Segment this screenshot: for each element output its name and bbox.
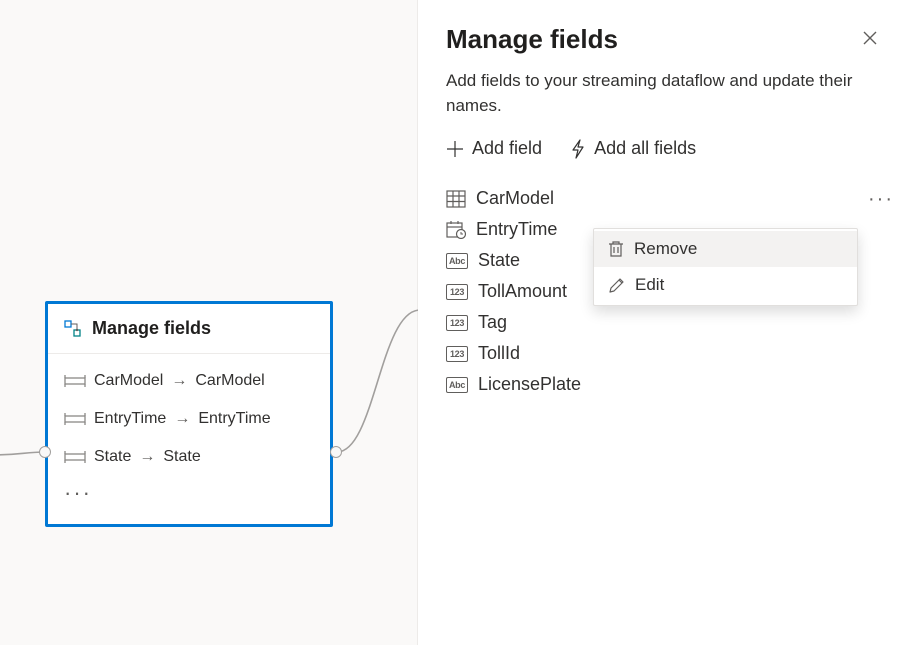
- menu-item-label: Edit: [635, 275, 664, 295]
- column-icon: [64, 412, 86, 426]
- more-mappings-ellipsis[interactable]: ···: [48, 476, 330, 518]
- panel-title: Manage fields: [446, 24, 618, 55]
- close-icon: [862, 30, 878, 46]
- add-field-button[interactable]: Add field: [446, 136, 542, 161]
- string-type-icon: Abc: [446, 253, 468, 269]
- dataflow-canvas[interactable]: Manage fields CarModel → CarModel EntryT…: [0, 0, 418, 645]
- add-all-fields-label: Add all fields: [594, 138, 696, 159]
- mapping-from: CarModel: [94, 372, 163, 390]
- field-name: TollAmount: [478, 281, 567, 302]
- node-title: Manage fields: [92, 318, 211, 339]
- field-name: EntryTime: [476, 219, 557, 240]
- menu-item-edit[interactable]: Edit: [594, 267, 857, 303]
- field-more-button[interactable]: ···: [866, 187, 896, 211]
- field-row[interactable]: 123 Tag: [446, 307, 882, 338]
- column-icon: [64, 374, 86, 388]
- number-type-icon: 123: [446, 346, 468, 362]
- mapping-to: State: [163, 448, 200, 466]
- mapping-from: State: [94, 448, 131, 466]
- plus-icon: [446, 140, 464, 158]
- manage-fields-icon: [64, 320, 82, 338]
- mapping-from: EntryTime: [94, 410, 166, 428]
- field-name: CarModel: [476, 188, 554, 209]
- mapping-to: CarModel: [195, 372, 264, 390]
- field-name: State: [478, 250, 520, 271]
- datetime-type-icon: [446, 221, 466, 239]
- menu-item-label: Remove: [634, 239, 697, 259]
- node-header: Manage fields: [48, 304, 330, 354]
- field-row[interactable]: CarModel ···: [446, 183, 882, 214]
- arrow-icon: →: [171, 372, 187, 390]
- field-name: TollId: [478, 343, 520, 364]
- field-row[interactable]: 123 TollId: [446, 338, 882, 369]
- field-name: Tag: [478, 312, 507, 333]
- string-type-icon: Abc: [446, 377, 468, 393]
- manage-fields-node[interactable]: Manage fields CarModel → CarModel EntryT…: [45, 301, 333, 527]
- number-type-icon: 123: [446, 315, 468, 331]
- output-port[interactable]: [330, 446, 342, 458]
- panel-description: Add fields to your streaming dataflow an…: [446, 69, 882, 118]
- manage-fields-panel: Manage fields Add fields to your streami…: [418, 0, 910, 645]
- add-all-fields-button[interactable]: Add all fields: [570, 136, 696, 161]
- lightning-icon: [570, 139, 586, 159]
- column-icon: [64, 450, 86, 464]
- number-type-icon: 123: [446, 284, 468, 300]
- arrow-icon: →: [174, 410, 190, 428]
- field-context-menu: Remove Edit: [593, 228, 858, 306]
- arrow-icon: →: [139, 448, 155, 466]
- mapping-row[interactable]: CarModel → CarModel: [48, 362, 330, 400]
- close-button[interactable]: [858, 26, 882, 53]
- pencil-icon: [608, 277, 625, 294]
- add-field-label: Add field: [472, 138, 542, 159]
- field-row[interactable]: Abc LicensePlate: [446, 369, 882, 400]
- mapping-to: EntryTime: [198, 410, 270, 428]
- mapping-row[interactable]: State → State: [48, 438, 330, 476]
- input-port[interactable]: [39, 446, 51, 458]
- trash-icon: [608, 240, 624, 258]
- table-type-icon: [446, 190, 466, 208]
- mapping-row[interactable]: EntryTime → EntryTime: [48, 400, 330, 438]
- menu-item-remove[interactable]: Remove: [594, 231, 857, 267]
- node-body: CarModel → CarModel EntryTime → EntryTim…: [48, 354, 330, 524]
- panel-toolbar: Add field Add all fields: [446, 136, 882, 161]
- field-name: LicensePlate: [478, 374, 581, 395]
